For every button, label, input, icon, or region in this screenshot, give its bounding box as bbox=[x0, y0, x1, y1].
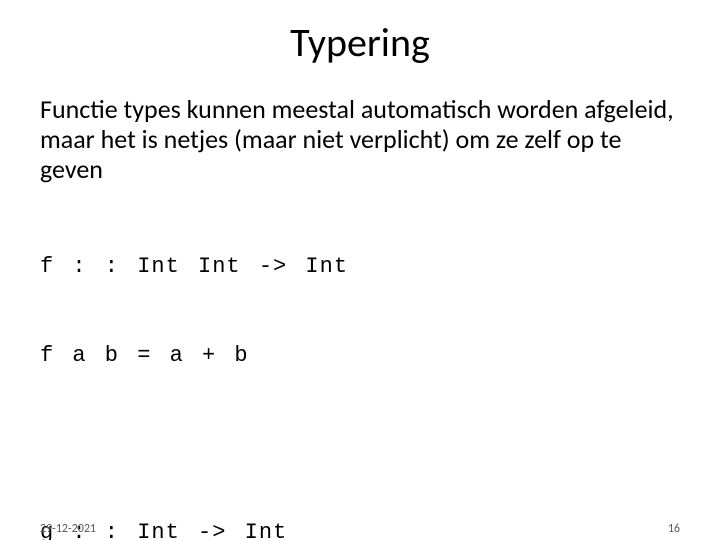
slide-title: Typering bbox=[0, 18, 720, 67]
code-line: g : : Int -> Int bbox=[40, 518, 680, 540]
footer-date: 29-12-2021 bbox=[40, 522, 96, 536]
body-paragraph: Functie types kunnen meestal automatisch… bbox=[40, 95, 680, 185]
footer-page-number: 16 bbox=[668, 522, 680, 536]
code-block-2: g : : Int -> Int g a = a + 1 bbox=[40, 458, 680, 540]
slide: Typering Functie types kunnen meestal au… bbox=[0, 18, 720, 540]
code-line: f a b = a + b bbox=[40, 341, 680, 371]
code-block-1: f : : Int Int -> Int f a b = a + b bbox=[40, 193, 680, 431]
code-line: f : : Int Int -> Int bbox=[40, 252, 680, 282]
slide-body: Functie types kunnen meestal automatisch… bbox=[0, 95, 720, 540]
